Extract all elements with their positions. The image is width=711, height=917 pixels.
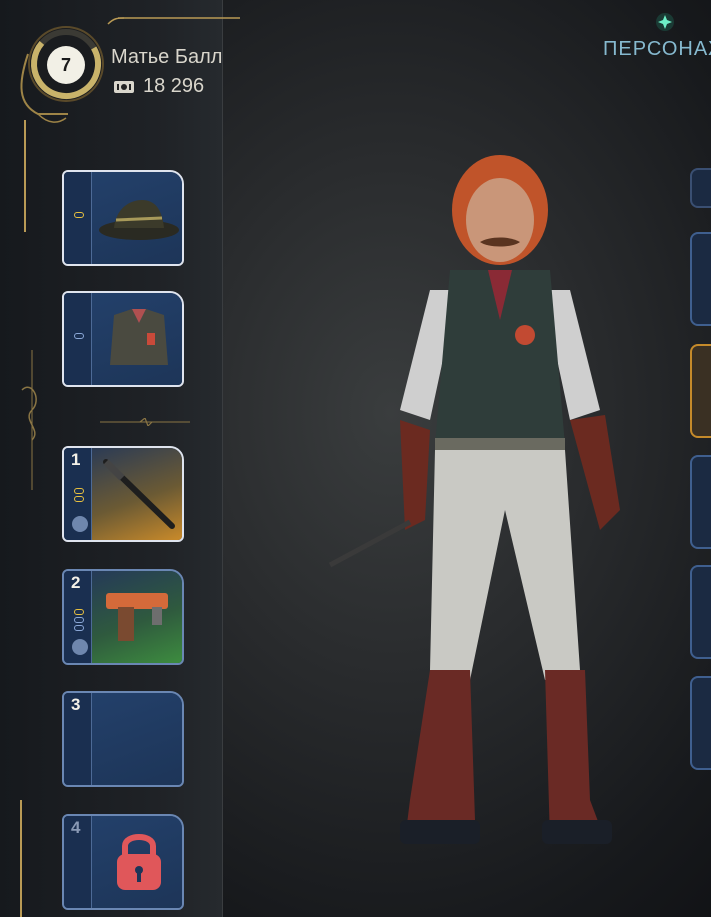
slot-art — [92, 293, 182, 385]
slot-art — [92, 448, 182, 540]
hat-icon — [99, 200, 179, 240]
section-divider — [100, 418, 190, 426]
character-model — [328, 155, 620, 844]
slot-empty[interactable]: 3 — [62, 691, 184, 787]
pistol-icon — [106, 593, 168, 641]
slot-number: 4 — [71, 818, 81, 837]
ammo-pill — [74, 488, 84, 494]
melee-type-icon — [72, 516, 88, 532]
slot-art — [92, 172, 182, 264]
slot-strip: 3 — [64, 693, 92, 785]
left-rail-top — [24, 120, 26, 232]
ammo-pill — [74, 617, 84, 623]
slot-pistol[interactable]: 2 — [62, 569, 184, 665]
vest-icon — [110, 309, 168, 365]
ticket-icon — [114, 80, 134, 93]
ammo-pill — [74, 496, 84, 502]
right-slot-3[interactable] — [690, 344, 711, 438]
slot-strip: 2 — [64, 571, 92, 663]
ammo-pill — [74, 625, 84, 631]
rarity-pill — [74, 212, 84, 218]
right-slot-6[interactable] — [690, 676, 711, 770]
slot-art — [92, 693, 182, 785]
slot-locked[interactable]: 4 — [62, 814, 184, 910]
right-slot-1[interactable] — [690, 168, 711, 208]
player-name: Матье Балл — [111, 46, 223, 68]
slot-art — [92, 816, 182, 908]
slot-strip — [64, 172, 92, 264]
lock-icon — [117, 834, 161, 890]
weapon-type-icon — [72, 639, 88, 655]
slot-number: 3 — [71, 695, 81, 714]
slot-strip: 1 — [64, 448, 92, 540]
slot-hat[interactable] — [62, 170, 184, 266]
right-slot-2[interactable] — [690, 232, 711, 326]
slot-vest[interactable] — [62, 291, 184, 387]
currency-amount: 18 296 — [143, 75, 205, 97]
slot-melee[interactable]: 1 — [62, 446, 184, 542]
ammo-pill — [74, 609, 84, 615]
rarity-pill — [74, 333, 84, 339]
slot-art — [92, 571, 182, 663]
notification-star-icon — [656, 13, 674, 31]
slot-number: 2 — [71, 573, 81, 592]
currency-display: 18 296 — [113, 75, 204, 98]
tab-character[interactable]: ПЕРСОНАЖ — [603, 38, 711, 61]
slot-strip: 4 — [64, 816, 92, 908]
baton-icon — [103, 459, 175, 529]
player-level: 7 — [47, 46, 85, 84]
slot-number: 1 — [71, 450, 81, 469]
left-rail-bottom — [20, 800, 22, 917]
right-slot-5[interactable] — [690, 565, 711, 659]
right-slot-4[interactable] — [690, 455, 711, 549]
slot-strip — [64, 293, 92, 385]
side-ornament — [21, 350, 37, 490]
